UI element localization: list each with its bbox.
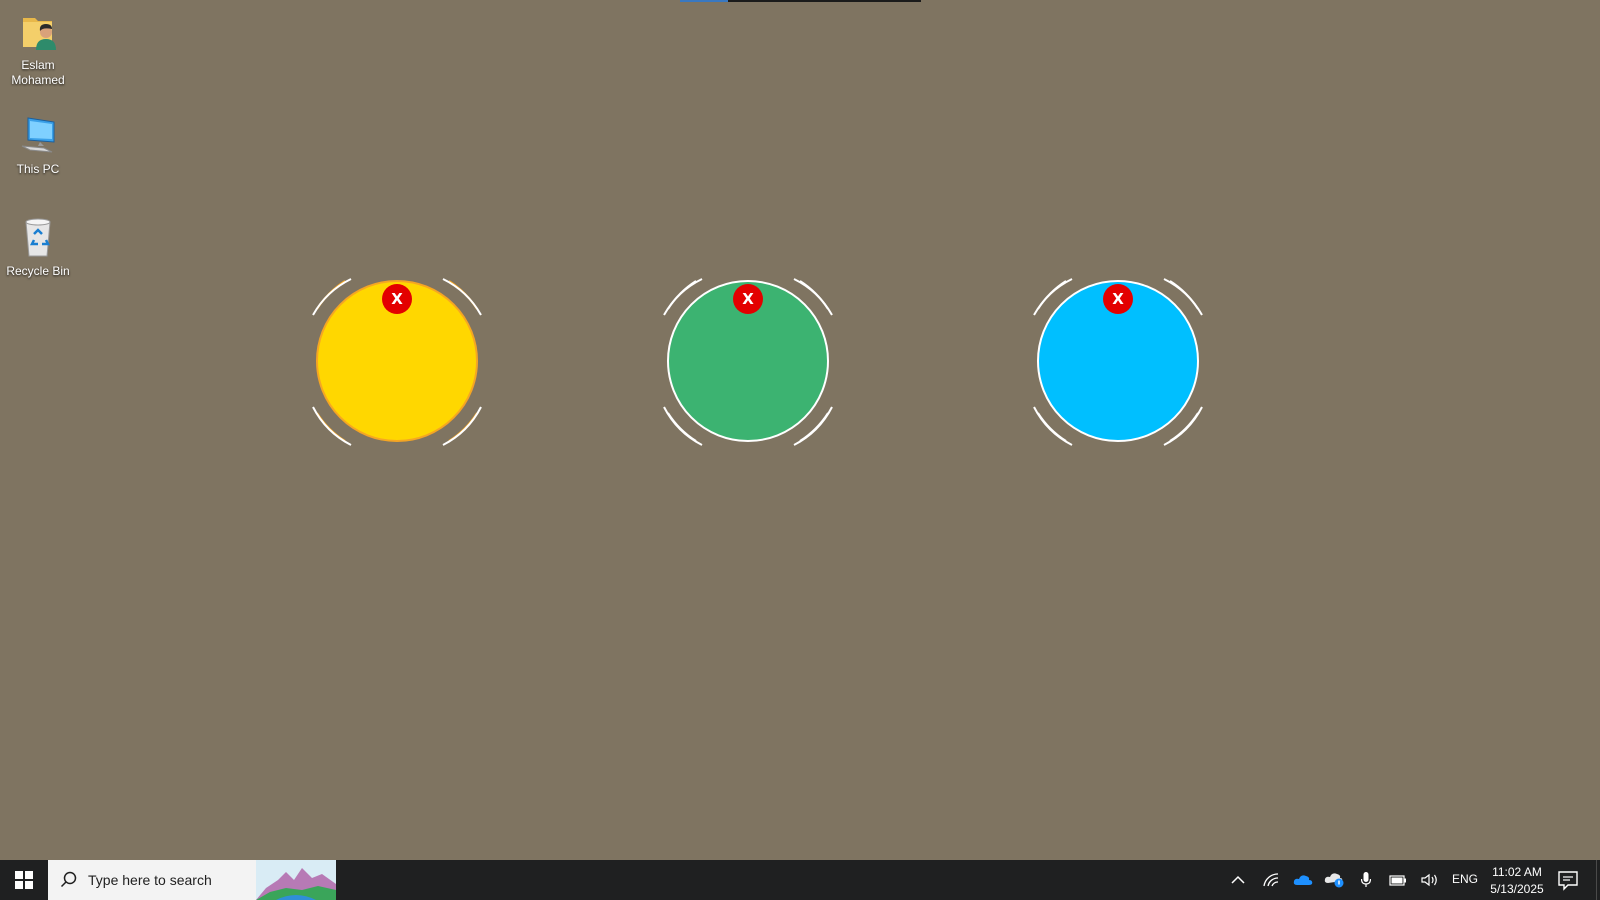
close-button[interactable]: X bbox=[1103, 284, 1133, 314]
desktop-icon-label: Recycle Bin bbox=[6, 264, 70, 278]
windows-logo-icon bbox=[15, 871, 33, 889]
notification-center-button[interactable] bbox=[1556, 868, 1580, 892]
clock[interactable]: 11:02 AM 5/13/2025 bbox=[1487, 864, 1547, 898]
color-circle-widget-yellow[interactable]: X bbox=[311, 275, 483, 447]
language-indicator[interactable]: ENG bbox=[1452, 872, 1478, 886]
onedrive-icon[interactable] bbox=[1292, 870, 1314, 890]
cloud-sync-icon[interactable] bbox=[1323, 870, 1345, 890]
battery-icon[interactable] bbox=[1387, 870, 1409, 890]
microphone-icon[interactable] bbox=[1355, 870, 1377, 890]
desktop-icon-user-folder[interactable]: Eslam Mohamed bbox=[0, 8, 76, 88]
chevron-up-icon[interactable] bbox=[1227, 870, 1249, 890]
desktop-icon-label: Eslam Mohamed bbox=[11, 58, 65, 87]
taskbar: Type here to search ENG 11:02 AM 5/13/20… bbox=[0, 860, 1600, 900]
desktop-icon-this-pc[interactable]: This PC bbox=[0, 112, 76, 177]
recycle-bin-icon bbox=[14, 214, 62, 262]
close-button[interactable]: X bbox=[733, 284, 763, 314]
user-folder-icon bbox=[14, 8, 62, 56]
top-progress-strip bbox=[680, 0, 921, 2]
desktop-icon-label: This PC bbox=[16, 162, 60, 176]
color-circle-widget-green[interactable]: X bbox=[662, 275, 834, 447]
search-icon bbox=[60, 871, 78, 894]
close-button[interactable]: X bbox=[382, 284, 412, 314]
volume-icon[interactable] bbox=[1419, 870, 1441, 890]
search-placeholder: Type here to search bbox=[88, 872, 212, 888]
notification-icon bbox=[1558, 871, 1578, 891]
clock-date: 5/13/2025 bbox=[1490, 882, 1544, 896]
top-progress-segment bbox=[680, 0, 728, 2]
computer-icon bbox=[14, 112, 62, 160]
color-circle-widget-blue[interactable]: X bbox=[1032, 275, 1204, 447]
clock-time: 11:02 AM bbox=[1492, 865, 1542, 879]
taskbar-search-box[interactable]: Type here to search bbox=[48, 860, 336, 900]
show-desktop-button[interactable] bbox=[1596, 860, 1600, 900]
wifi-icon[interactable] bbox=[1260, 870, 1282, 890]
search-highlight-image bbox=[256, 860, 336, 900]
start-button[interactable] bbox=[0, 860, 48, 900]
desktop-icon-recycle-bin[interactable]: Recycle Bin bbox=[0, 214, 76, 279]
